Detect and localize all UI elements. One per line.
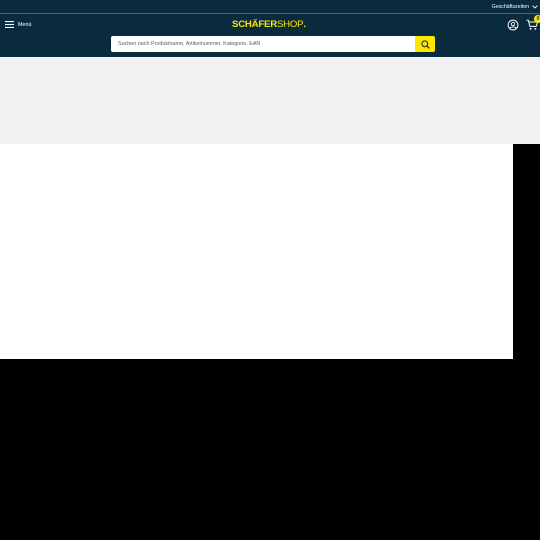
chevron-down-icon bbox=[532, 5, 538, 9]
hamburger-icon bbox=[5, 21, 14, 28]
overlay-panel bbox=[0, 144, 513, 359]
logo-dot: . bbox=[303, 18, 307, 30]
cart-count-badge: 0 bbox=[534, 15, 540, 23]
business-hours-dropdown[interactable]: Geschäftszeiten bbox=[492, 2, 538, 12]
logo-main-text: SCHÄFER bbox=[232, 18, 277, 30]
schaefer-shop-logo[interactable]: SCHÄFER SHOP. bbox=[232, 17, 314, 31]
account-button[interactable] bbox=[507, 18, 519, 31]
user-icon bbox=[507, 19, 519, 31]
content-loading-area bbox=[0, 57, 540, 144]
business-hours-label: Geschäftszeiten bbox=[491, 4, 529, 10]
menu-label: Menü bbox=[18, 21, 32, 28]
site-header: Geschäftszeiten Menü SCHÄFER SHOP. 0 bbox=[0, 0, 540, 57]
logo-sub-text: SHOP bbox=[276, 18, 304, 30]
search-icon bbox=[420, 39, 430, 49]
search-button[interactable] bbox=[415, 36, 435, 52]
search-input[interactable] bbox=[111, 36, 415, 52]
search-bar bbox=[111, 36, 435, 52]
menu-button[interactable]: Menü bbox=[5, 19, 32, 30]
service-bar: Geschäftszeiten bbox=[0, 0, 540, 14]
